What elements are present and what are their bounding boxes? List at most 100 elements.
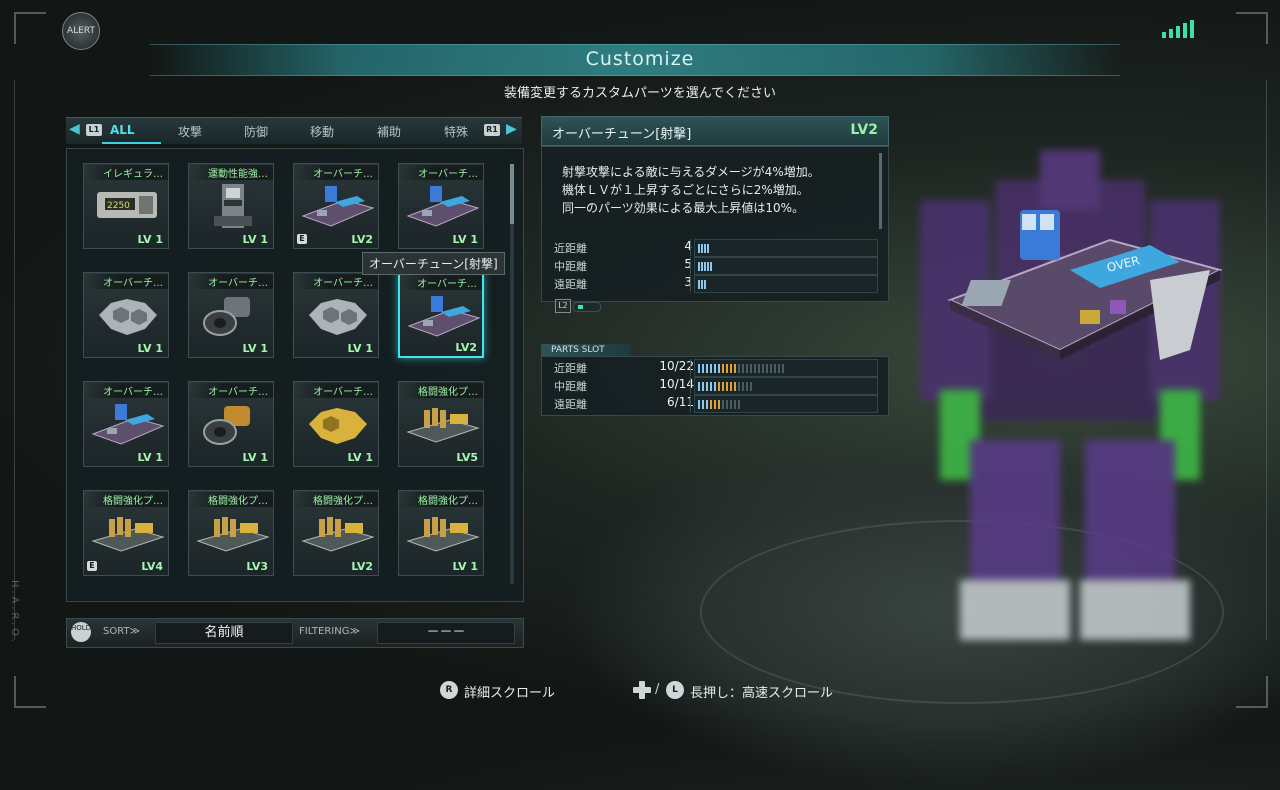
slot-bar bbox=[694, 395, 878, 413]
part-card[interactable]: オーバーチ… LV 1 bbox=[83, 272, 169, 358]
slot-tick bbox=[734, 364, 736, 373]
part-card[interactable]: イレギュラ… 2250 LV 1 bbox=[83, 163, 169, 249]
tab-movement[interactable]: 移動 bbox=[310, 123, 334, 140]
cost-tick bbox=[698, 280, 700, 289]
part-card[interactable]: 格闘強化プ… LV 1 bbox=[398, 490, 484, 576]
slot-tick bbox=[710, 400, 712, 409]
part-card[interactable]: 格闘強化プ… LV3 bbox=[188, 490, 274, 576]
stat-separator bbox=[690, 359, 691, 376]
slot-bar bbox=[694, 377, 878, 395]
cost-stat-value: 4 bbox=[684, 239, 692, 253]
cost-stat-label: 近距離 bbox=[554, 242, 587, 255]
slot-tick bbox=[706, 400, 708, 409]
part-card[interactable]: オーバーチ… LV 1 bbox=[83, 381, 169, 467]
slot-tick bbox=[702, 364, 704, 373]
slot-tick bbox=[722, 382, 724, 391]
slot-tick bbox=[746, 364, 748, 373]
page-instruction: 装備変更するカスタムパーツを選んでください bbox=[503, 86, 777, 101]
l1-button-icon: L1 bbox=[86, 124, 102, 136]
parts-slot-label: PARTS SLOT bbox=[541, 344, 631, 356]
tab-special[interactable]: 特殊 bbox=[444, 123, 468, 140]
stat-separator bbox=[690, 395, 691, 412]
overtune-part-preview-image: OVER bbox=[947, 210, 1223, 360]
filtering-label: FILTERING≫ bbox=[299, 626, 360, 637]
equipped-badge: E bbox=[87, 561, 97, 571]
part-card[interactable]: 運動性能強… LV 1 bbox=[188, 163, 274, 249]
sort-filter-bar: HOLD SORT≫ 名前順 FILTERING≫ －－－ bbox=[66, 618, 524, 648]
part-card[interactable]: オーバーチ… LV 1 bbox=[293, 381, 379, 467]
cost-stat-row: 遠距離 3 bbox=[552, 275, 878, 293]
stat-separator bbox=[690, 239, 691, 256]
filtering-dropdown[interactable]: －－－ bbox=[377, 622, 515, 644]
melee-board-icon bbox=[91, 517, 165, 552]
cost-tick bbox=[701, 280, 703, 289]
parts-slot-row: 遠距離 6/11 bbox=[552, 395, 878, 413]
part-card-name: 運動性能強… bbox=[189, 165, 273, 180]
frame-corner-br bbox=[1236, 676, 1268, 708]
slot-tick bbox=[754, 364, 756, 373]
melee-board-icon bbox=[196, 517, 270, 552]
slot-tick bbox=[730, 364, 732, 373]
slot-label: 遠距離 bbox=[554, 398, 587, 411]
part-card-level: LV2 bbox=[455, 341, 477, 354]
parts-grid-scrollbar[interactable] bbox=[510, 164, 514, 584]
tab-right-arrow-icon[interactable]: ▶ bbox=[506, 121, 517, 137]
frame-left-line bbox=[14, 80, 15, 640]
slot-tick bbox=[698, 400, 700, 409]
part-card[interactable]: 格闘強化プ… E LV4 bbox=[83, 490, 169, 576]
r-stick-icon: R bbox=[440, 681, 458, 699]
stat-separator bbox=[690, 275, 691, 292]
part-card-level: LV 1 bbox=[242, 451, 269, 464]
part-card[interactable]: オーバーチ… LV 1 bbox=[293, 272, 379, 358]
tab-support[interactable]: 補助 bbox=[377, 123, 401, 140]
slot-tick bbox=[742, 382, 744, 391]
slot-tick bbox=[718, 400, 720, 409]
slot-label: 近距離 bbox=[554, 362, 587, 375]
tab-all[interactable]: ALL bbox=[102, 123, 160, 144]
slot-tick bbox=[766, 364, 768, 373]
melee-board-icon bbox=[301, 517, 375, 552]
slot-value: 10/22 bbox=[659, 359, 694, 373]
cost-tick bbox=[701, 262, 703, 271]
slot-tick bbox=[738, 364, 740, 373]
slot-label: 中距離 bbox=[554, 380, 587, 393]
tab-attack[interactable]: 攻撃 bbox=[178, 123, 202, 140]
part-card[interactable]: オーバーチ… LV2 bbox=[398, 272, 484, 358]
part-card[interactable]: 格闘強化プ… LV5 bbox=[398, 381, 484, 467]
circuit-board-icon bbox=[407, 296, 481, 337]
scrollbar-thumb[interactable] bbox=[510, 164, 514, 224]
slot-value: 6/11 bbox=[667, 395, 694, 409]
svg-text:2250: 2250 bbox=[107, 201, 130, 211]
alert-button[interactable]: ALERT bbox=[62, 12, 100, 50]
part-card[interactable]: オーバーチ… LV 1 bbox=[188, 381, 274, 467]
part-card-level: LV 1 bbox=[452, 233, 479, 246]
tab-left-arrow-icon[interactable]: ◀ bbox=[69, 121, 80, 137]
part-card[interactable]: オーバーチ… LV 1 bbox=[398, 163, 484, 249]
slot-tick bbox=[734, 400, 736, 409]
part-card-name: オーバーチ… bbox=[294, 383, 378, 398]
hold-button-icon: HOLD bbox=[71, 622, 91, 642]
slot-tick bbox=[750, 364, 752, 373]
part-name-tooltip: オーバーチューン[射撃] bbox=[362, 252, 505, 275]
part-card-level: LV 1 bbox=[137, 451, 164, 464]
cost-tick bbox=[698, 244, 700, 253]
part-card-level: LV 1 bbox=[452, 560, 479, 573]
part-detail-name: オーバーチューン[射撃] bbox=[552, 127, 692, 142]
circuit-board-icon bbox=[301, 186, 375, 227]
slot-tick bbox=[718, 364, 720, 373]
part-card[interactable]: オーバーチ… E LV2 bbox=[293, 163, 379, 249]
part-description: 射撃攻撃による敵に与えるダメージが4%増加。 機体ＬＶが１上昇するごとにさらに2… bbox=[562, 165, 820, 215]
l-stick-icon: L bbox=[666, 681, 684, 699]
sort-dropdown[interactable]: 名前順 bbox=[155, 622, 293, 644]
part-card[interactable]: 格闘強化プ… LV2 bbox=[293, 490, 379, 576]
cost-tick bbox=[704, 244, 706, 253]
detail-toggle[interactable] bbox=[573, 302, 601, 312]
melee-board-icon bbox=[406, 408, 480, 443]
hint-separator: / bbox=[655, 682, 660, 697]
slot-tick bbox=[702, 382, 704, 391]
tab-defense[interactable]: 防御 bbox=[244, 123, 268, 140]
parts-slot-row: 近距離 10/22 bbox=[552, 359, 878, 377]
part-card-level: LV 1 bbox=[242, 233, 269, 246]
part-card[interactable]: オーバーチ… LV 1 bbox=[188, 272, 274, 358]
description-scrollbar[interactable] bbox=[879, 153, 882, 229]
